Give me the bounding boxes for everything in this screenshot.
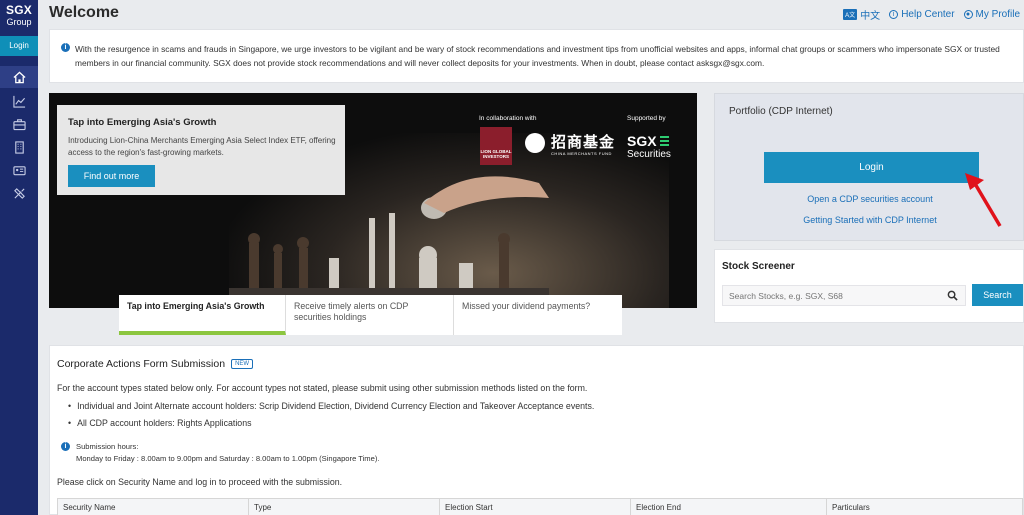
tab-cdp-alerts[interactable]: Receive timely alerts on CDP securities … [286, 295, 454, 335]
language-label: 中文 [860, 11, 881, 22]
scam-notice: i With the resurgence in scams and fraud… [49, 29, 1024, 83]
corporate-bullet-1: Individual and Joint Alternate account h… [68, 401, 594, 411]
page-title: Welcome [49, 4, 119, 21]
china-merchants-logo: 招商基金 CHINA MERCHANTS FUND [525, 131, 625, 161]
tools-icon[interactable] [0, 182, 38, 204]
column-election-end[interactable]: Election End [630, 498, 827, 515]
language-icon: A文 [843, 9, 858, 20]
tab-emerging-asia[interactable]: Tap into Emerging Asia's Growth [119, 295, 286, 335]
china-merchants-sub: CHINA MERCHANTS FUND [551, 151, 612, 156]
supported-by-label: Supported by [627, 115, 666, 122]
promo-card: Tap into Emerging Asia's Growth Introduc… [57, 105, 345, 195]
help-center-link[interactable]: i Help Center [889, 9, 955, 20]
briefcase-icon[interactable] [0, 113, 38, 135]
promo-text: Introducing Lion-China Merchants Emergin… [68, 136, 336, 157]
submission-hours-text: Monday to Friday : 8.00am to 9.00pm and … [76, 454, 380, 463]
sidebar-login-button[interactable]: Login [0, 36, 38, 56]
home-icon[interactable] [0, 66, 38, 88]
corporate-actions-panel: Corporate Actions Form Submission NEW Fo… [49, 345, 1024, 515]
info-icon: i [61, 43, 70, 52]
corporate-actions-title-row: Corporate Actions Form Submission NEW [57, 358, 254, 370]
building-icon[interactable] [0, 136, 38, 158]
sgx-bars-icon [660, 136, 669, 148]
language-switch[interactable]: A文 中文 [843, 7, 880, 22]
cdp-login-button[interactable]: Login [764, 152, 979, 183]
help-icon: i [889, 10, 899, 19]
portfolio-title: Portfolio (CDP Internet) [729, 106, 833, 117]
china-merchants-icon [525, 133, 545, 153]
header-links: A文 中文 i Help Center ● My Profile [843, 7, 1020, 22]
id-card-icon[interactable] [0, 159, 38, 181]
stock-screener-title: Stock Screener [722, 261, 795, 272]
find-out-more-button[interactable]: Find out more [68, 165, 155, 187]
search-button[interactable]: Search [972, 284, 1023, 306]
my-profile-label: My Profile [975, 9, 1020, 20]
new-badge: NEW [231, 359, 254, 369]
lion-global-logo: LION GLOBAL INVESTORS [480, 127, 512, 165]
column-election-start[interactable]: Election Start [439, 498, 631, 515]
corporate-bullet-2: All CDP account holders: Rights Applicat… [68, 418, 251, 428]
stock-screener-panel: Stock Screener Search [714, 249, 1024, 323]
chart-icon[interactable] [0, 90, 38, 112]
hero-banner[interactable]: Tap into Emerging Asia's Growth Introduc… [49, 93, 697, 308]
corporate-intro: For the account types stated below only.… [57, 383, 588, 393]
submission-hours-label: Submission hours: [76, 442, 139, 451]
user-icon: ● [963, 10, 973, 19]
sgx-securities-logo: SGX Securities [627, 133, 671, 160]
column-security-name[interactable]: Security Name [57, 498, 249, 515]
promo-title: Tap into Emerging Asia's Growth [68, 117, 217, 128]
help-center-label: Help Center [901, 9, 955, 20]
submission-instruction: Please click on Security Name and log in… [57, 477, 343, 487]
column-particulars[interactable]: Particulars [826, 498, 1023, 515]
sidebar: SGX Group Login [0, 0, 38, 515]
tab-dividend-payments[interactable]: Missed your dividend payments? [454, 295, 622, 335]
hero-tabs: Tap into Emerging Asia's Growth Receive … [119, 295, 622, 335]
table-header-row: Security Name Type Election Start Electi… [57, 498, 1023, 515]
logo-line2: Group [6, 17, 32, 27]
scam-notice-text: With the resurgence in scams and frauds … [75, 44, 1000, 68]
sgx-securities-line2: Securities [627, 149, 671, 160]
my-profile-link[interactable]: ● My Profile [963, 9, 1020, 20]
collaboration-label: In collaboration with [479, 115, 537, 122]
red-arrow-icon [965, 173, 1002, 227]
sgx-logo[interactable]: SGX Group [0, 0, 38, 34]
stock-search-input[interactable] [722, 285, 966, 306]
column-type[interactable]: Type [248, 498, 440, 515]
china-merchants-text: 招商基金 [551, 133, 616, 151]
logo-line1: SGX [6, 3, 32, 17]
corporate-actions-title: Corporate Actions Form Submission [57, 358, 226, 370]
search-icon[interactable] [947, 290, 958, 301]
corporate-actions-table: Security Name Type Election Start Electi… [57, 498, 1023, 515]
info-icon: i [61, 442, 70, 451]
